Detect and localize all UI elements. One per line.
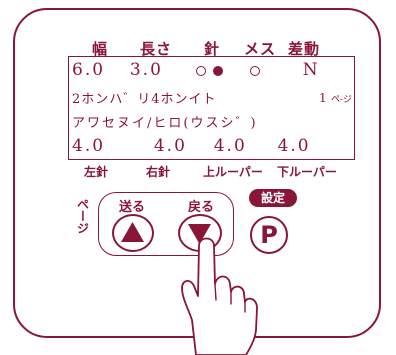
pointing-finger-icon [181,237,258,355]
